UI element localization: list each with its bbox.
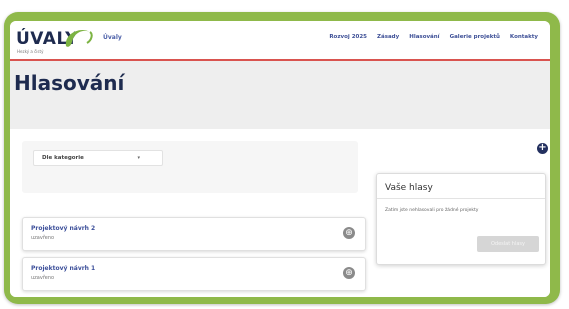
project-title[interactable]: Projektový návrh 2 bbox=[31, 225, 95, 232]
site-name-link[interactable]: Úvaly bbox=[103, 34, 122, 41]
nav-item-rozvoj[interactable]: Rozvoj 2025 bbox=[329, 34, 367, 40]
project-card[interactable]: Projektový návrh 2 uzavřeno ⊕ bbox=[22, 217, 366, 251]
logo-tagline: Hezký a čistý bbox=[17, 49, 44, 54]
votes-panel: Vaše hlasy Zatím jste nehlasovali pro žá… bbox=[376, 173, 546, 265]
add-vote-icon[interactable]: ⊕ bbox=[343, 227, 355, 239]
project-status: uzavřeno bbox=[31, 235, 55, 241]
add-icon[interactable]: + bbox=[537, 143, 548, 154]
main-content: Dle kategorie ▾ Projektový návrh 2 uzavř… bbox=[10, 129, 550, 297]
chevron-down-icon: ▾ bbox=[137, 155, 140, 161]
project-status: uzavřeno bbox=[31, 275, 55, 281]
project-title[interactable]: Projektový návrh 1 bbox=[31, 265, 95, 272]
logo-swoosh-icon bbox=[65, 29, 93, 47]
nav-item-hlasovani[interactable]: Hlasování bbox=[409, 34, 439, 40]
main-nav: Rozvoj 2025 Zásady Hlasování Galerie pro… bbox=[329, 34, 538, 40]
votes-panel-title: Vaše hlasy bbox=[385, 183, 433, 193]
nav-item-kontakty[interactable]: Kontakty bbox=[510, 34, 538, 40]
votes-empty-text: Zatím jste nehlasovali pro žádné projekt… bbox=[385, 208, 479, 213]
page-title: Hlasování bbox=[14, 71, 125, 95]
category-select-value: Dle kategorie bbox=[42, 155, 84, 161]
browser-viewport: ÚVALY Hezký a čistý Úvaly Rozvoj 2025 Zá… bbox=[10, 21, 550, 297]
project-card[interactable]: Projektový návrh 1 uzavřeno ⊕ bbox=[22, 257, 366, 291]
submit-votes-button[interactable]: Odeslat hlasy bbox=[477, 236, 539, 252]
filter-panel bbox=[22, 141, 358, 193]
add-vote-icon[interactable]: ⊕ bbox=[343, 267, 355, 279]
site-logo[interactable]: ÚVALY Hezký a čistý bbox=[16, 24, 96, 56]
category-select[interactable]: Dle kategorie ▾ bbox=[33, 150, 163, 166]
votes-divider bbox=[377, 198, 545, 199]
nav-item-zasady[interactable]: Zásady bbox=[377, 34, 399, 40]
site-header: ÚVALY Hezký a čistý Úvaly Rozvoj 2025 Zá… bbox=[10, 21, 550, 61]
nav-item-galerie[interactable]: Galerie projektů bbox=[450, 34, 500, 40]
